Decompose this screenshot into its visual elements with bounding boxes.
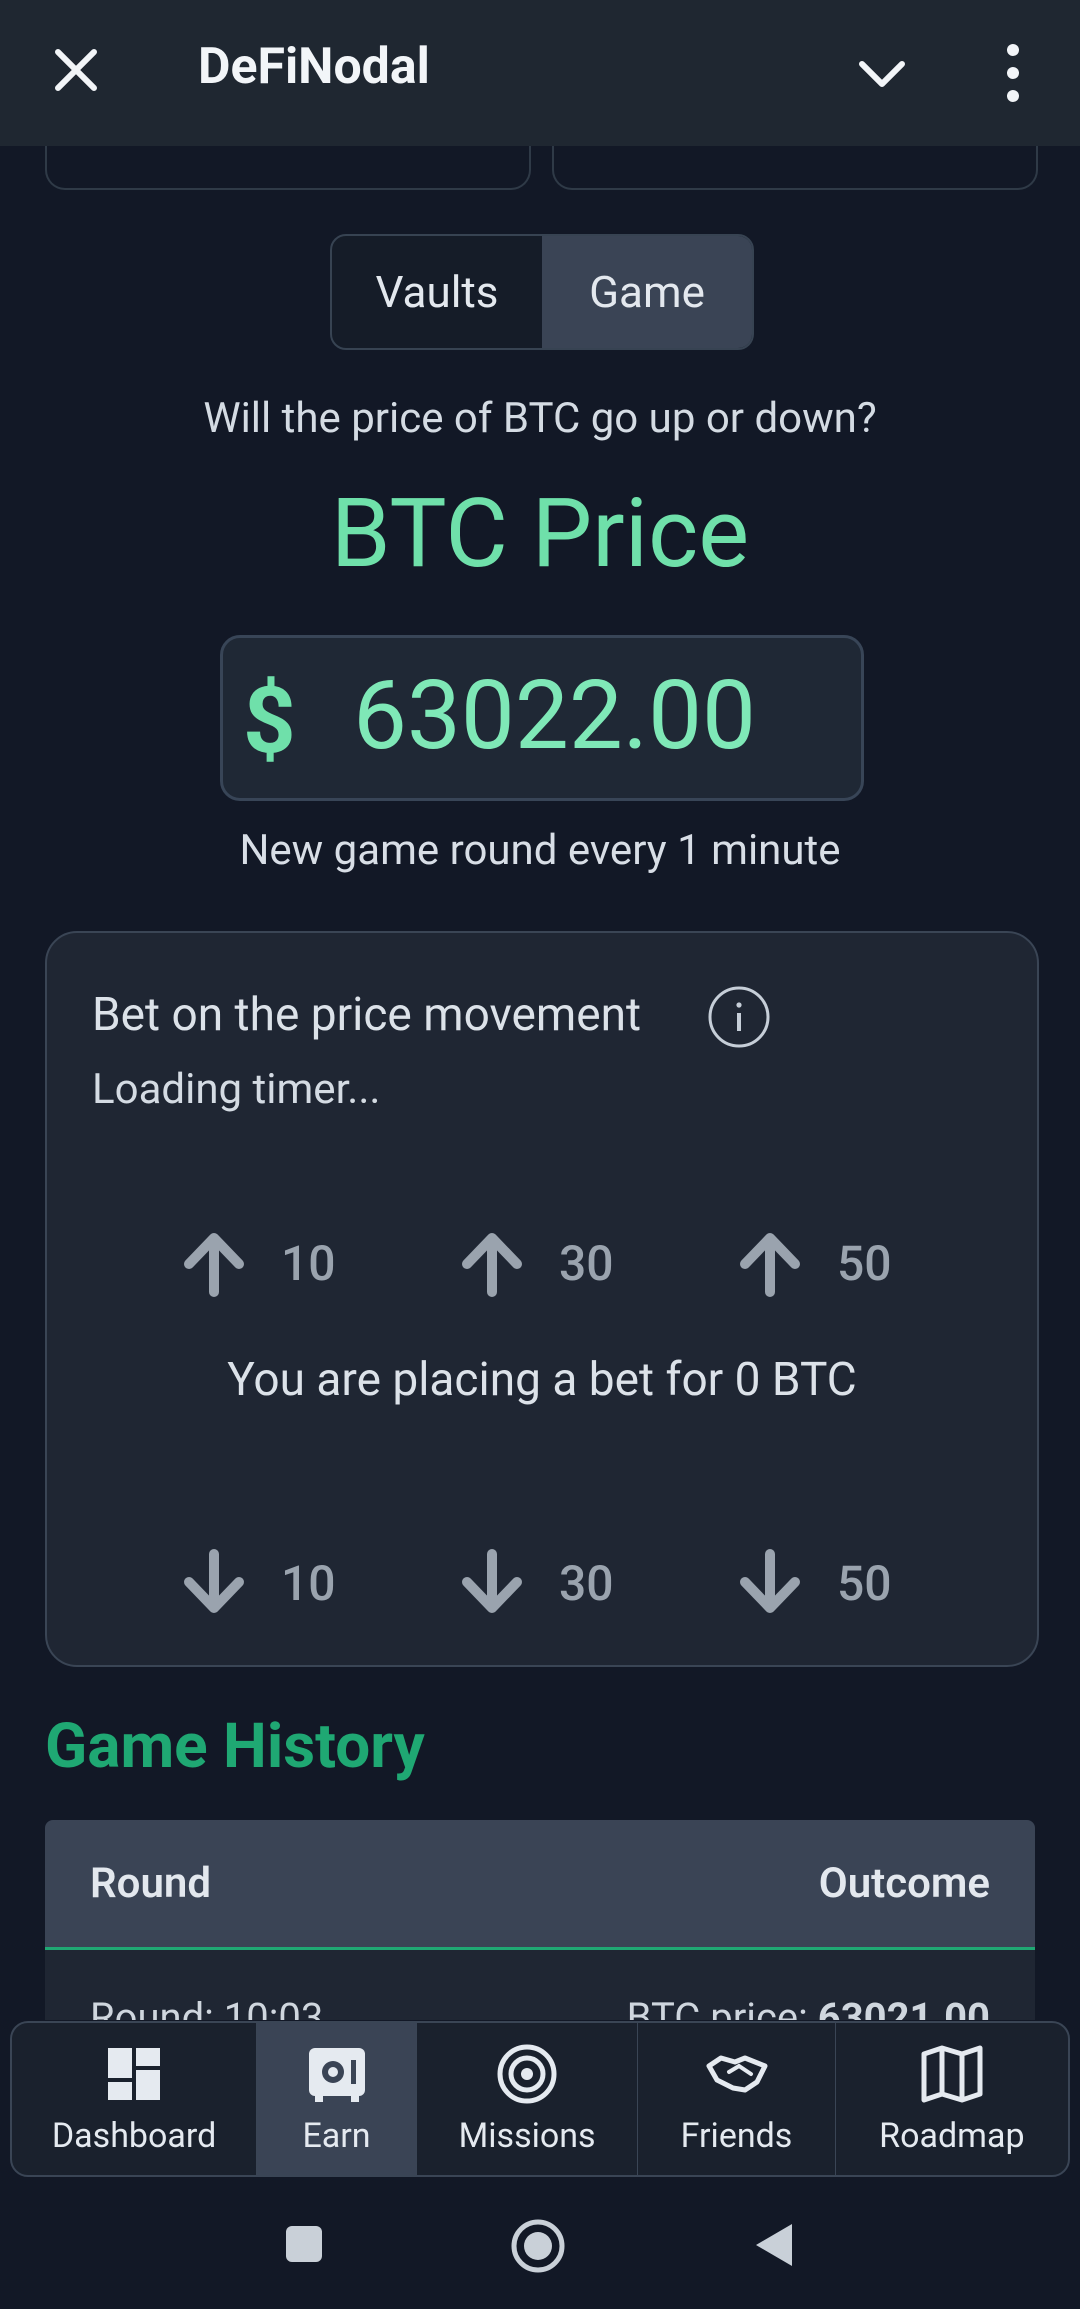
bet-amount: 10 <box>281 1554 336 1612</box>
nav-label: Earn <box>302 2116 371 2156</box>
history-title: Game History <box>45 1710 425 1783</box>
nav-label: Missions <box>458 2116 596 2156</box>
nav-label: Dashboard <box>51 2116 217 2156</box>
bet-down-button[interactable]: 30 <box>455 1543 614 1623</box>
back-icon[interactable] <box>752 2220 796 2270</box>
bet-amount: 30 <box>559 1234 614 1292</box>
nav-label: Friends <box>680 2116 793 2156</box>
game-question: Will the price of BTC go up or down? <box>203 394 877 443</box>
dashboard-icon <box>108 2048 161 2100</box>
round-cell: Round: 10:03 <box>90 1994 324 2020</box>
safe-icon <box>308 2048 365 2102</box>
dollar-icon: $ <box>243 668 296 775</box>
nav-label: Roadmap <box>879 2116 1025 2156</box>
bet-amount: 30 <box>559 1554 614 1612</box>
home-icon[interactable] <box>510 2218 566 2274</box>
price-display: $ 63022.00 <box>220 635 864 801</box>
arrow-up-icon <box>184 1233 244 1297</box>
arrow-down-icon <box>184 1549 244 1613</box>
history-table: Round Outcome Round: 10:03 BTC price: 63… <box>45 1820 1035 2020</box>
nav-earn[interactable]: Earn <box>257 2023 417 2175</box>
tab-game[interactable]: Game <box>542 236 752 348</box>
nav-missions[interactable]: Missions <box>417 2023 639 2175</box>
bet-up-button[interactable]: 30 <box>455 1223 614 1303</box>
table-row: Round: 10:03 BTC price: 63021.00 <box>45 1950 1035 2020</box>
system-nav-bar <box>0 2180 1080 2309</box>
bet-amount: 50 <box>837 1554 892 1612</box>
summary-card-partial <box>45 140 531 190</box>
close-icon[interactable] <box>50 44 102 96</box>
arrow-down-icon <box>740 1549 800 1613</box>
tab-vaults[interactable]: Vaults <box>332 236 542 348</box>
nav-friends[interactable]: Friends <box>638 2023 836 2175</box>
bottom-nav: Dashboard Earn Missions Friends Roadmap <box>10 2021 1070 2177</box>
app-title: DeFiNodal <box>198 38 430 96</box>
summary-card-partial <box>552 140 1038 190</box>
btc-price-value: 63022.00 <box>353 660 756 772</box>
arrow-up-icon <box>740 1233 800 1297</box>
app-bar: DeFiNodal <box>0 0 1080 146</box>
bet-title: Bet on the price movement <box>92 988 642 1042</box>
bet-amount: 50 <box>837 1234 892 1292</box>
chevron-down-icon[interactable] <box>856 48 908 100</box>
recents-icon[interactable] <box>284 2224 324 2264</box>
target-icon <box>497 2044 557 2104</box>
nav-roadmap[interactable]: Roadmap <box>836 2023 1068 2175</box>
history-header: Round Outcome <box>45 1820 1035 1950</box>
bet-up-button[interactable]: 50 <box>733 1223 892 1303</box>
bet-amount: 10 <box>281 1234 336 1292</box>
view-switcher: Vaults Game <box>330 234 754 350</box>
price-title: BTC Price <box>330 478 750 590</box>
bet-summary: You are placing a bet for 0 BTC <box>227 1353 857 1407</box>
nav-dashboard[interactable]: Dashboard <box>12 2023 258 2175</box>
info-icon[interactable] <box>707 985 771 1049</box>
outcome-cell: BTC price: 63021.00 <box>626 1994 990 2020</box>
bet-card: Bet on the price movement Loading timer.… <box>45 931 1039 1667</box>
more-vert-icon[interactable] <box>996 42 1030 104</box>
bet-down-button[interactable]: 10 <box>177 1543 336 1623</box>
arrow-up-icon <box>462 1233 522 1297</box>
bet-down-button[interactable]: 50 <box>733 1543 892 1623</box>
timer-status: Loading timer... <box>92 1065 381 1114</box>
column-round: Round <box>90 1859 211 1908</box>
handshake-icon <box>706 2055 768 2093</box>
arrow-down-icon <box>462 1549 522 1613</box>
map-icon <box>921 2045 983 2103</box>
round-note: New game round every 1 minute <box>239 826 841 875</box>
column-outcome: Outcome <box>818 1859 990 1908</box>
bet-up-button[interactable]: 10 <box>177 1223 336 1303</box>
